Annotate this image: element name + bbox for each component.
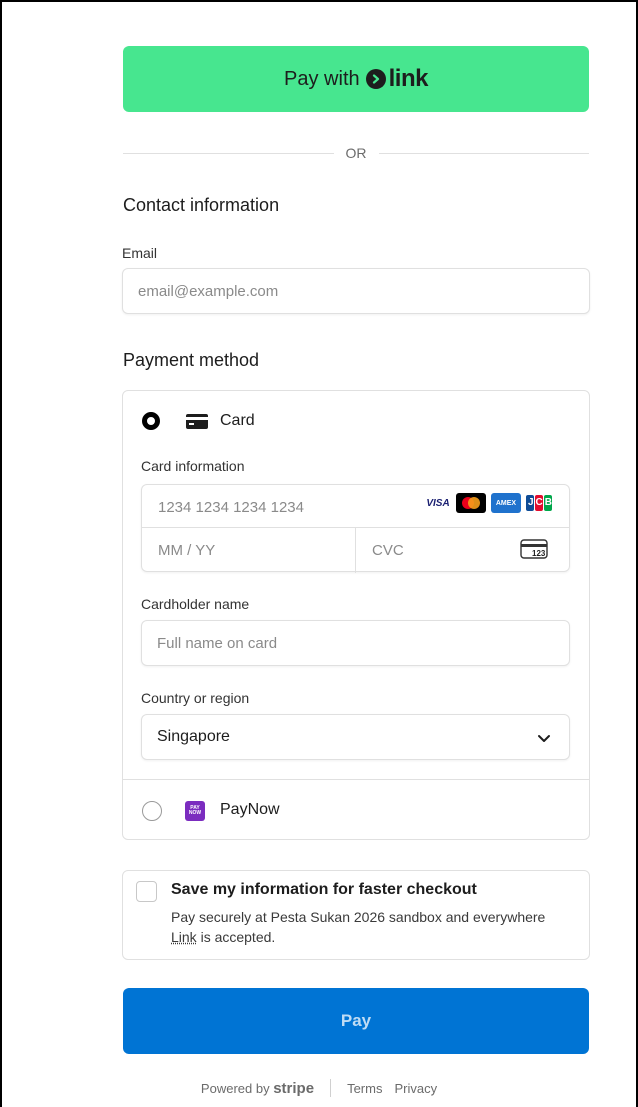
save-info-checkbox[interactable] <box>136 881 157 902</box>
card-icon <box>186 414 208 429</box>
divider-line-right <box>378 152 589 154</box>
cardholder-placeholder: Full name on card <box>157 634 278 652</box>
email-placeholder: email@example.com <box>138 282 279 300</box>
privacy-link[interactable]: Privacy <box>394 1081 437 1096</box>
link-wordmark: link <box>388 65 429 92</box>
paynow-logo-icon: PAY NOW <box>185 801 205 821</box>
expiry-input[interactable]: MM / YY <box>158 542 215 559</box>
save-info-title: Save my information for faster checkout <box>171 881 477 898</box>
card-information-label: Card information <box>141 458 245 474</box>
mastercard-icon <box>456 493 486 513</box>
divider-line-left <box>123 152 334 154</box>
powered-by-stripe[interactable]: Powered by stripe <box>201 1080 314 1097</box>
contact-information-heading: Contact information <box>123 195 280 215</box>
country-value: Singapore <box>157 728 230 745</box>
country-region-label: Country or region <box>141 690 250 706</box>
card-number-input[interactable]: 1234 1234 1234 1234 <box>158 499 304 516</box>
paynow-option-label[interactable]: PayNow <box>220 801 280 819</box>
pay-with-link-button[interactable]: Pay with link <box>123 46 589 112</box>
visa-icon: VISA <box>423 493 453 513</box>
or-label: OR <box>345 145 367 161</box>
card-radio[interactable] <box>142 412 160 430</box>
cardholder-name-input[interactable]: Full name on card <box>141 620 570 666</box>
stripe-logo: stripe <box>273 1079 315 1097</box>
payment-option-divider <box>122 779 590 780</box>
footer-separator <box>330 1079 332 1097</box>
email-input[interactable]: email@example.com <box>122 268 590 314</box>
cvc-input[interactable]: CVC <box>372 542 404 559</box>
pay-with-label: Pay with <box>284 67 360 90</box>
payment-method-heading: Payment method <box>123 350 260 370</box>
link-logo: link <box>365 65 429 93</box>
card-option-label[interactable]: Card <box>220 412 255 430</box>
amex-icon: AMEX <box>491 493 521 513</box>
country-select[interactable]: Singapore <box>141 714 570 760</box>
save-info-description: Pay securely at Pesta Sukan 2026 sandbox… <box>171 909 546 945</box>
card-group-vdivider <box>355 527 356 573</box>
terms-link[interactable]: Terms <box>347 1081 382 1096</box>
paynow-radio[interactable] <box>142 801 162 821</box>
chevron-right-icon <box>365 69 386 89</box>
email-label: Email <box>122 245 158 261</box>
cardholder-name-label: Cardholder name <box>141 596 250 612</box>
jcb-icon: JCB <box>524 493 554 513</box>
link-info-link[interactable]: Link <box>171 929 197 945</box>
pay-button[interactable]: Pay <box>123 988 589 1054</box>
or-divider: OR <box>123 143 589 163</box>
footer: Powered by stripe Terms Privacy <box>0 1078 638 1098</box>
chevron-down-icon <box>537 731 551 749</box>
cvc-card-icon: 123 <box>520 539 550 561</box>
